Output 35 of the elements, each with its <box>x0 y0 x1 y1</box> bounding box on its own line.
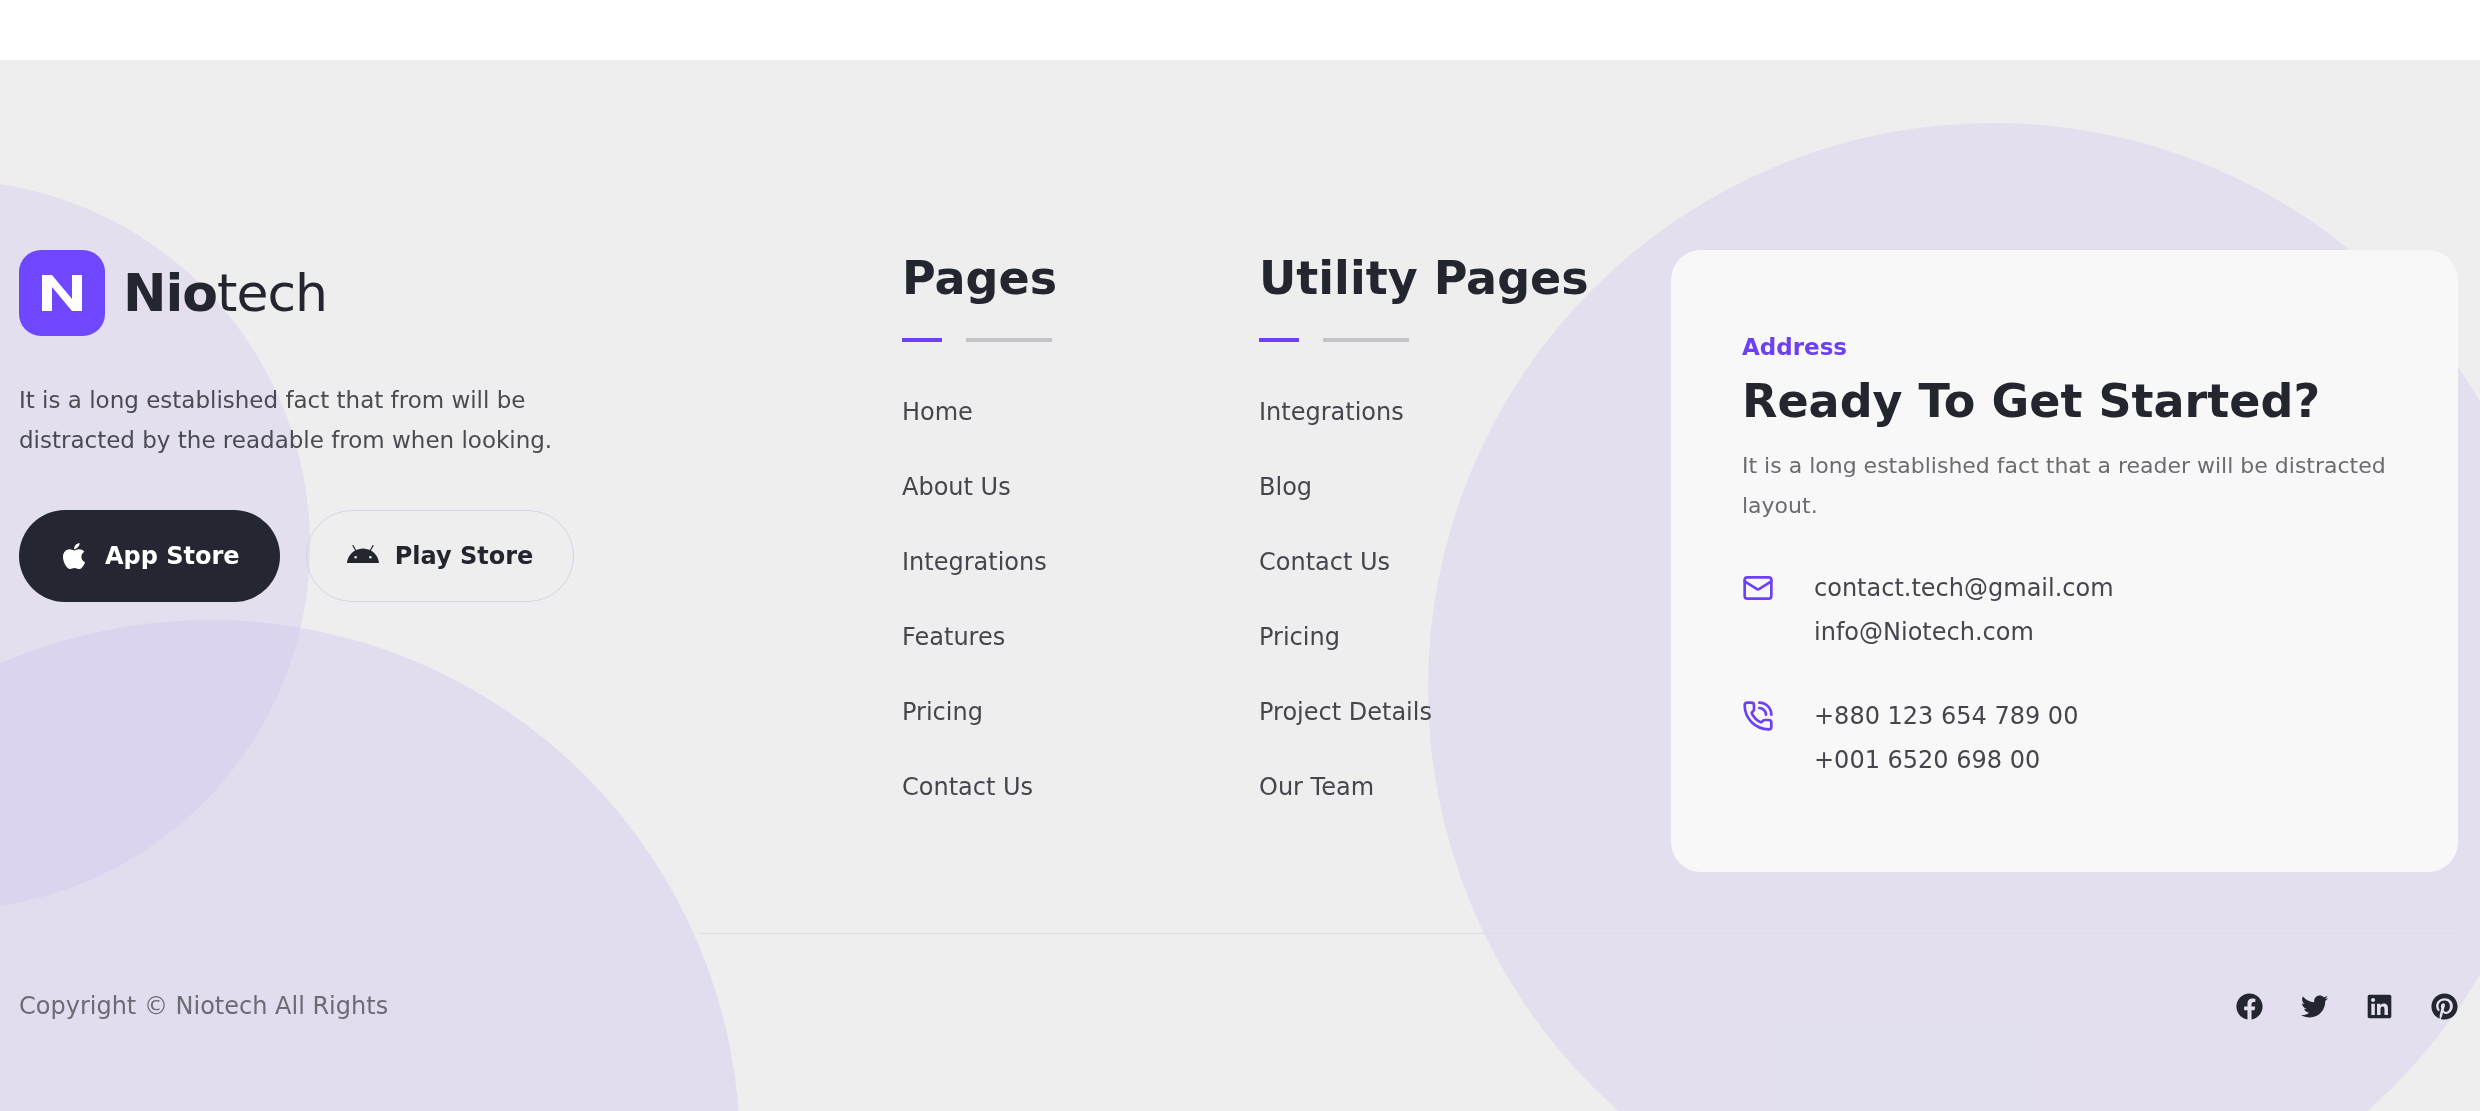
heading-accent <box>1259 338 1299 342</box>
column-heading: Pages <box>902 250 1059 306</box>
heading-accent <box>902 338 942 342</box>
contact-detail: info@Niotech.com <box>1814 617 2035 648</box>
contact-detail: +880 123 654 789 00 <box>1814 701 2079 732</box>
facebook-icon <box>2236 992 2263 1020</box>
card-label: Address <box>1742 334 1849 360</box>
card-text: It is a long established fact that a reader will be distracted layout. <box>1742 452 2387 520</box>
footer-link[interactable]: Features <box>902 621 1259 653</box>
social-link[interactable] <box>2236 992 2263 1020</box>
footer-link[interactable]: Blog <box>1259 471 1671 503</box>
social-link[interactable] <box>2366 992 2393 1020</box>
footer-link[interactable]: Pricing <box>1259 621 1671 653</box>
brand-description: It is a long established fact that from will be distracted by the readable from when looking. <box>19 386 554 455</box>
logo-icon <box>19 250 105 336</box>
social-link[interactable] <box>2431 992 2458 1020</box>
card-title: Ready To Get Started? <box>1742 374 2322 428</box>
footer-link[interactable]: About Us <box>902 471 1259 503</box>
phone-icon <box>1742 700 1774 732</box>
footer-link[interactable]: Integrations <box>1259 396 1671 428</box>
linkedin-icon <box>2366 992 2393 1020</box>
contact-detail: contact.tech@gmail.com <box>1814 573 2114 604</box>
column-heading: Utility Pages <box>1259 250 1590 306</box>
footer-link[interactable]: Contact Us <box>902 771 1259 803</box>
copyright-text: Copyright © Niotech All Rights <box>19 992 389 1020</box>
footer-link[interactable]: Project Details <box>1259 696 1671 728</box>
pinterest-icon <box>2431 992 2458 1020</box>
footer-link[interactable]: Pricing <box>902 696 1259 728</box>
contact-detail: +001 6520 698 00 <box>1814 745 2042 776</box>
footer-link[interactable]: Contact Us <box>1259 546 1671 578</box>
footer-link[interactable]: Integrations <box>902 546 1259 578</box>
footer-link[interactable]: Home <box>902 396 1259 428</box>
store-button[interactable]: App Store <box>19 510 280 602</box>
footer-link[interactable]: Our Team <box>1259 771 1671 803</box>
brand-name: Niotech <box>123 263 327 323</box>
